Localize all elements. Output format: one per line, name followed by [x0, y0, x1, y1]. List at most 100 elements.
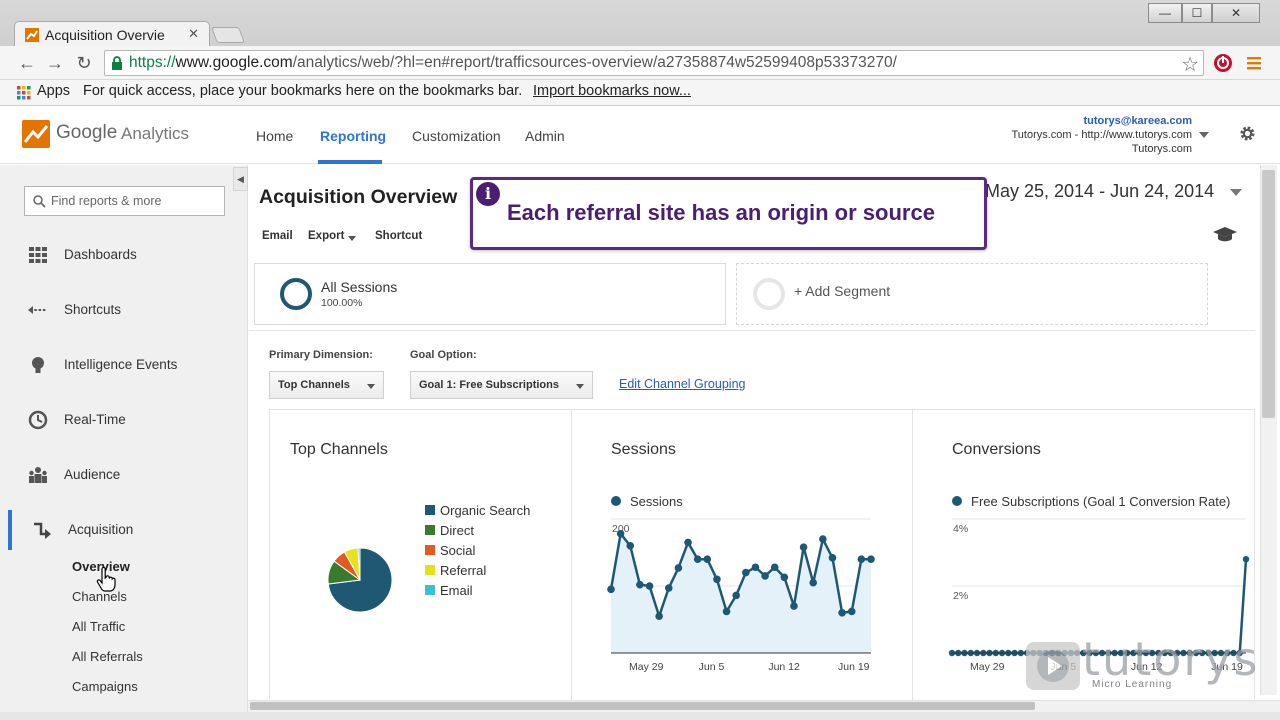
bookmark-star-icon[interactable]: ☆ — [1181, 52, 1199, 77]
data-point[interactable] — [780, 573, 789, 582]
add-segment-button[interactable]: + Add Segment — [736, 263, 1208, 325]
nav-reporting[interactable]: Reporting — [320, 128, 386, 144]
top-channels-pie-chart[interactable] — [320, 540, 400, 620]
email-action[interactable]: Email — [262, 230, 293, 242]
data-point[interactable] — [751, 563, 760, 572]
y-tick-label: 2% — [953, 590, 968, 602]
vertical-scrollbar-thumb[interactable] — [1262, 170, 1275, 418]
sidebar-item-intelligence-events[interactable]: Intelligence Events — [0, 345, 247, 385]
panel-divider — [571, 410, 572, 700]
edit-channel-grouping-link[interactable]: Edit Channel Grouping — [619, 377, 745, 391]
legend-label-direct: Direct — [440, 523, 474, 538]
tab-title: Acquisition Overvie — [45, 27, 165, 43]
acquisition-arrow-icon — [34, 522, 51, 539]
extension-icon[interactable] — [1213, 53, 1233, 73]
data-point[interactable] — [790, 602, 798, 610]
analytics-favicon-icon — [25, 28, 39, 42]
apps-link[interactable]: Apps — [37, 83, 70, 99]
segment-all-sessions[interactable]: All Sessions 100.00% — [254, 263, 726, 325]
data-point[interactable] — [819, 535, 827, 543]
data-point[interactable] — [703, 555, 712, 563]
legend-dot — [952, 496, 962, 506]
data-point[interactable] — [732, 591, 740, 600]
data-point[interactable] — [838, 609, 846, 617]
tutorial-callout: i Each referral site has an origin or so… — [470, 177, 987, 250]
x-tick-label: May 29 — [970, 661, 1005, 673]
nav-admin[interactable]: Admin — [525, 128, 565, 144]
reload-icon[interactable]: ↻ — [73, 52, 95, 74]
data-point[interactable] — [799, 543, 808, 551]
account-dropdown-icon[interactable] — [1199, 132, 1209, 138]
browser-tab[interactable]: Acquisition Overvie ✕ — [14, 21, 210, 47]
sidebar-subitem-campaigns[interactable]: Campaigns — [72, 679, 138, 694]
window-bottom-edge — [0, 712, 1280, 720]
data-point[interactable] — [1242, 556, 1250, 563]
maximize-button[interactable]: ☐ — [1182, 3, 1212, 23]
data-point[interactable] — [867, 555, 875, 563]
date-range-text: May 25, 2014 - Jun 24, 2014 — [985, 181, 1215, 201]
data-point[interactable] — [857, 555, 866, 563]
sidebar-subitem-all-traffic[interactable]: All Traffic — [72, 619, 125, 634]
new-tab-button[interactable] — [211, 27, 245, 43]
search-placeholder: Find reports & more — [51, 194, 162, 208]
data-point[interactable] — [664, 584, 673, 592]
play-logo-icon — [1026, 642, 1080, 690]
data-point[interactable] — [645, 582, 654, 590]
data-point[interactable] — [809, 578, 818, 587]
sidebar-item-shortcuts[interactable]: Shortcuts — [0, 290, 247, 330]
add-segment-label: + Add Segment — [794, 283, 891, 299]
sidebar-subitem-all-referrals[interactable]: All Referrals — [72, 649, 143, 664]
close-window-button[interactable]: ✕ — [1212, 3, 1260, 23]
sidebar-item-dashboards[interactable]: Dashboards — [0, 235, 247, 275]
import-bookmarks-link[interactable]: Import bookmarks now... — [533, 83, 691, 99]
data-point[interactable] — [626, 542, 635, 550]
shortcut-action[interactable]: Shortcut — [375, 230, 422, 242]
primary-dimension-select[interactable]: Top Channels — [269, 371, 384, 399]
google-analytics-logo-icon[interactable] — [22, 120, 50, 148]
date-range-picker[interactable]: May 25, 2014 - Jun 24, 2014 — [982, 178, 1246, 206]
gear-icon[interactable] — [1239, 125, 1256, 142]
data-point[interactable] — [847, 607, 856, 616]
data-point[interactable] — [828, 554, 837, 562]
data-point[interactable] — [616, 529, 625, 538]
minimize-button[interactable]: — — [1148, 3, 1182, 23]
brand-analytics[interactable]: Analytics — [121, 124, 189, 144]
export-action[interactable]: Export — [308, 230, 344, 242]
sessions-line-chart[interactable]: 200100May 29Jun 5Jun 12Jun 19Sessions — [600, 490, 890, 680]
data-point[interactable] — [761, 572, 769, 580]
sidebar-item-real-time[interactable]: Real-Time — [0, 400, 247, 440]
data-point[interactable] — [674, 564, 683, 572]
data-point[interactable] — [742, 568, 750, 577]
apps-grid-icon[interactable] — [17, 86, 31, 100]
data-point[interactable] — [713, 575, 721, 584]
data-point[interactable] — [722, 607, 731, 616]
collapse-sidebar-button[interactable]: ◀ — [233, 167, 248, 191]
segment-percent: 100.00% — [321, 297, 363, 309]
account-email[interactable]: tutorys@kareea.com — [1083, 115, 1192, 127]
nav-customization[interactable]: Customization — [412, 128, 501, 144]
forward-arrow-icon[interactable]: → — [44, 52, 66, 74]
account-property[interactable]: Tutorys.com - http://www.tutorys.com — [1011, 129, 1192, 141]
data-point[interactable] — [655, 612, 663, 620]
sidebar-item-acquisition[interactable]: Acquisition — [8, 510, 247, 550]
data-point[interactable] — [636, 580, 644, 589]
data-point[interactable] — [693, 555, 702, 563]
data-point[interactable] — [770, 563, 779, 572]
goal-option-select[interactable]: Goal 1: Free Subscriptions — [410, 371, 593, 399]
legend-dot — [611, 496, 621, 506]
nav-home[interactable]: Home — [256, 128, 293, 144]
sidebar-item-audience[interactable]: Audience — [0, 455, 247, 495]
account-view[interactable]: Tutorys.com — [1132, 143, 1192, 155]
horizontal-scrollbar-thumb[interactable] — [250, 702, 1035, 710]
brand-google[interactable]: Google — [56, 122, 117, 144]
lock-icon — [112, 56, 122, 70]
menu-icon[interactable] — [1246, 55, 1262, 71]
search-input[interactable]: Find reports & more — [24, 186, 225, 216]
graduation-cap-icon[interactable] — [1213, 227, 1237, 243]
back-arrow-icon[interactable]: ← — [16, 52, 38, 74]
data-point[interactable] — [607, 585, 615, 594]
sessions-title: Sessions — [611, 441, 676, 458]
data-point[interactable] — [684, 538, 692, 547]
close-tab-icon[interactable]: ✕ — [188, 26, 199, 42]
address-bar[interactable]: https://www.google.com/analytics/web/?hl… — [104, 50, 1204, 76]
